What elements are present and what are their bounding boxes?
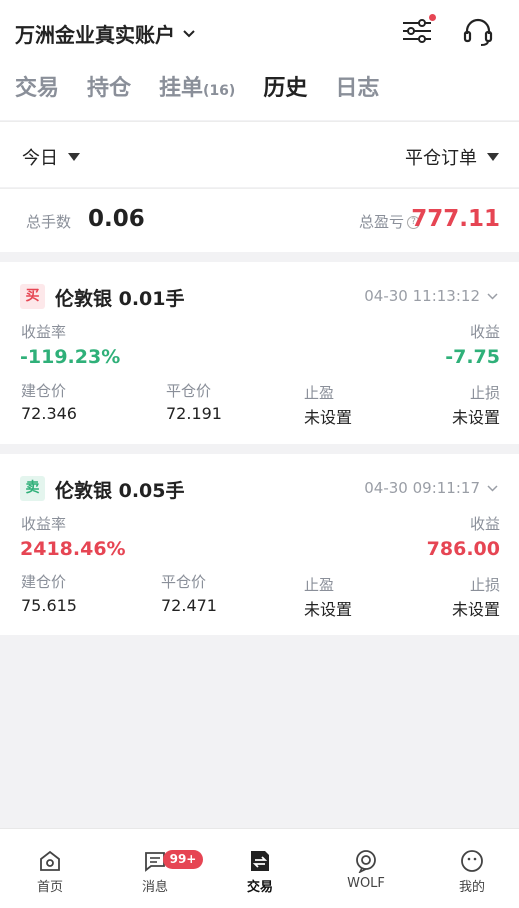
buy-badge: 买 [20, 284, 45, 309]
profit-label: 收益 [469, 515, 500, 533]
customer-service-icon [463, 18, 493, 46]
order-type-dropdown-label: 平仓订单 [405, 148, 477, 169]
close-price-label: 平仓价 [161, 573, 207, 591]
yield-label: 收益率 [21, 515, 67, 533]
nav-home[interactable]: 首页 [10, 849, 90, 895]
account-switcher[interactable]: 万洲金业真实账户 [15, 19, 197, 48]
total-pnl-value: 777.11 [411, 206, 500, 232]
product-name: 伦敦银 0.05手 [55, 480, 185, 502]
message-count-badge: 99+ [163, 850, 203, 869]
open-price-label: 建仓价 [21, 573, 67, 591]
chevron-down-icon [487, 484, 498, 492]
account-title: 万洲金业真实账户 [15, 23, 175, 47]
order-card[interactable]: 卖 伦敦银 0.05手 04-30 09:11:17 收益率 收益 2418.4… [0, 454, 519, 635]
caret-down-icon [487, 153, 499, 161]
customer-service-button[interactable] [462, 16, 494, 48]
tab-trade[interactable]: 交易 [15, 70, 59, 102]
product-name: 伦敦银 0.01手 [55, 288, 185, 310]
filter-settings-button[interactable] [400, 14, 436, 48]
period-dropdown-label: 今日 [22, 148, 58, 169]
profit-value: -7.75 [445, 346, 500, 368]
summary-bar: 总手数 0.06 总盈亏? 777.11 [0, 188, 519, 252]
wolf-icon [356, 850, 376, 873]
total-lots-label: 总手数 [26, 213, 72, 231]
tab-bar: 交易 持仓 挂单(16) 历史 日志 [15, 70, 407, 102]
bottom-nav: 首页 消息 交易 WOLF 我的 [0, 828, 519, 908]
notification-dot [429, 14, 436, 21]
order-type-dropdown[interactable]: 平仓订单 [405, 144, 499, 170]
close-price-value: 72.191 [166, 404, 222, 423]
stop-loss-label: 止损 [469, 576, 500, 594]
total-lots-value: 0.06 [88, 206, 145, 232]
open-price-value: 75.615 [21, 596, 77, 615]
open-price-value: 72.346 [21, 404, 77, 423]
stop-loss-value: 未设置 [451, 600, 500, 619]
top-header: 万洲金业真实账户 交易 持仓 挂单(16) 历史 日志 [0, 0, 519, 120]
tab-positions[interactable]: 持仓 [87, 70, 131, 102]
caret-down-icon [68, 153, 80, 161]
close-price-value: 72.471 [161, 596, 217, 615]
yield-value: -119.23% [20, 346, 121, 368]
home-icon [40, 850, 60, 871]
order-card[interactable]: 买 伦敦银 0.01手 04-30 11:13:12 收益率 收益 -119.2… [0, 262, 519, 444]
profit-value: 786.00 [426, 538, 500, 560]
chevron-down-icon [183, 29, 195, 37]
take-profit-label: 止盈 [304, 576, 335, 594]
tab-history[interactable]: 历史 [263, 70, 307, 102]
stop-loss-label: 止损 [469, 384, 500, 402]
nav-wolf[interactable]: WOLF [326, 849, 406, 891]
yield-value: 2418.46% [20, 538, 126, 560]
tab-log[interactable]: 日志 [335, 70, 379, 102]
open-price-label: 建仓价 [21, 382, 67, 400]
close-price-label: 平仓价 [166, 382, 212, 400]
trade-icon [251, 851, 269, 871]
nav-trade[interactable]: 交易 [220, 849, 300, 895]
order-time[interactable]: 04-30 11:13:12 [364, 287, 499, 305]
nav-profile[interactable]: 我的 [432, 849, 512, 895]
tab-pending-orders[interactable]: 挂单(16) [159, 70, 235, 102]
chevron-down-icon [487, 292, 498, 300]
period-dropdown[interactable]: 今日 [22, 144, 80, 170]
profile-icon [461, 850, 483, 872]
take-profit-value: 未设置 [304, 600, 353, 619]
sell-badge: 卖 [20, 476, 45, 501]
order-time[interactable]: 04-30 09:11:17 [364, 479, 499, 497]
profit-label: 收益 [469, 323, 500, 341]
take-profit-value: 未设置 [304, 408, 353, 427]
take-profit-label: 止盈 [304, 384, 335, 402]
yield-label: 收益率 [21, 323, 67, 341]
filter-row: 今日 平仓订单 [0, 121, 519, 187]
stop-loss-value: 未设置 [451, 408, 500, 427]
